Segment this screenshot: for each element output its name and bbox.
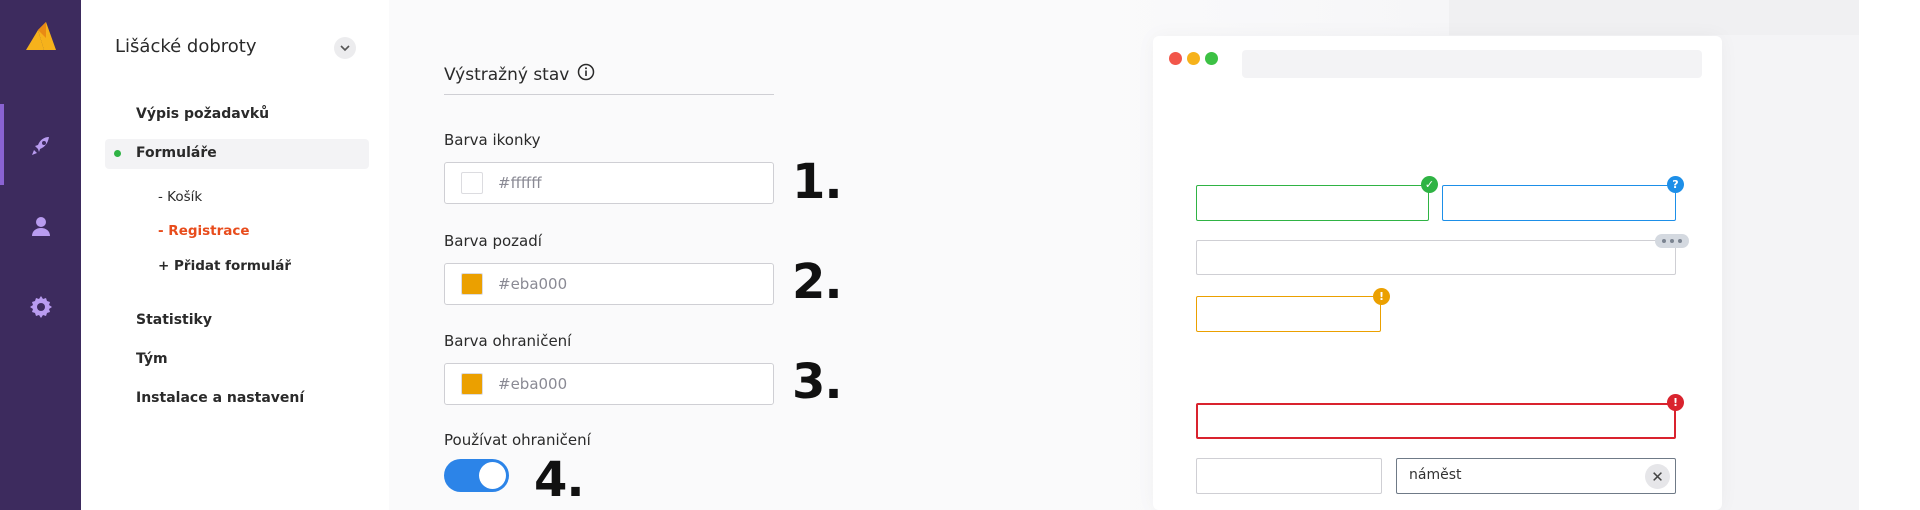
url-bar[interactable] <box>1242 50 1702 78</box>
rail-active-indicator <box>0 104 4 185</box>
gear-icon[interactable] <box>26 292 56 322</box>
preview-top-strip <box>1449 0 1859 35</box>
nav-item-install[interactable]: Instalace a nastavení <box>136 390 304 406</box>
warning-icon: ! <box>1373 288 1390 305</box>
info-field-preview[interactable] <box>1442 185 1676 221</box>
use-border-label: Používat ohraničení <box>444 431 591 449</box>
search-field-value: náměst <box>1409 467 1462 483</box>
chevron-down-icon[interactable] <box>334 37 356 59</box>
icon-color-label: Barva ikonky <box>444 131 541 149</box>
nav-subitem-cart[interactable]: - Košík <box>158 189 202 205</box>
step-number-3: 3. <box>792 354 843 410</box>
border-color-input[interactable]: #eba000 <box>444 363 774 405</box>
success-field-preview[interactable] <box>1196 185 1429 221</box>
toggle-knob <box>479 462 506 489</box>
nav-subitem-add-form[interactable]: + Přidat formulář <box>158 258 291 274</box>
info-icon[interactable] <box>577 63 595 86</box>
plain-field-preview[interactable] <box>1196 240 1676 275</box>
nav-panel: Lišácké dobroty Výpis požadavků Formulář… <box>81 0 389 510</box>
background-color-value: #eba000 <box>498 275 568 293</box>
background-color-label: Barva pozadí <box>444 232 542 250</box>
error-icon: ! <box>1667 394 1684 411</box>
app-rail <box>0 0 81 510</box>
check-icon: ✓ <box>1421 176 1438 193</box>
close-dot <box>1169 52 1182 65</box>
page-edge <box>1859 0 1920 510</box>
settings-form: Výstražný stav Barva ikonky #ffffff 1. B… <box>389 0 1089 510</box>
nav-item-requests[interactable]: Výpis požadavků <box>136 106 269 122</box>
section-title: Výstražný stav <box>444 63 595 86</box>
nav-item-team[interactable]: Tým <box>136 351 168 367</box>
section-divider <box>444 94 774 95</box>
logo-icon[interactable] <box>24 20 58 54</box>
icon-color-input[interactable]: #ffffff <box>444 162 774 204</box>
more-icon[interactable] <box>1655 234 1689 248</box>
user-icon[interactable] <box>26 211 56 241</box>
project-name: Lišácké dobroty <box>115 36 257 57</box>
warning-field-preview[interactable] <box>1196 296 1381 332</box>
nav-item-forms[interactable]: Formuláře <box>136 145 217 161</box>
browser-preview: ✓ ? ! ! náměst ✕ <box>1153 36 1722 510</box>
color-swatch[interactable] <box>461 172 483 194</box>
color-swatch[interactable] <box>461 273 483 295</box>
question-icon: ? <box>1667 176 1684 193</box>
background-color-input[interactable]: #eba000 <box>444 263 774 305</box>
error-field-preview[interactable] <box>1196 403 1676 439</box>
maximize-dot <box>1205 52 1218 65</box>
step-number-1: 1. <box>792 154 843 210</box>
step-number-4: 4. <box>534 452 585 508</box>
section-title-text: Výstražný stav <box>444 64 570 85</box>
border-color-value: #eba000 <box>498 375 568 393</box>
icon-color-value: #ffffff <box>498 174 542 192</box>
use-border-toggle[interactable] <box>444 459 509 492</box>
step-number-2: 2. <box>792 254 843 310</box>
color-swatch[interactable] <box>461 373 483 395</box>
nav-subitem-registration[interactable]: - Registrace <box>158 223 250 239</box>
search-field-preview[interactable]: náměst ✕ <box>1396 458 1676 494</box>
close-icon[interactable]: ✕ <box>1645 464 1670 489</box>
minimize-dot <box>1187 52 1200 65</box>
rocket-icon[interactable] <box>26 131 56 161</box>
active-dot <box>114 150 121 157</box>
nav-item-statistics[interactable]: Statistiky <box>136 312 212 328</box>
border-color-label: Barva ohraničení <box>444 332 572 350</box>
empty-field-preview[interactable] <box>1196 458 1382 494</box>
